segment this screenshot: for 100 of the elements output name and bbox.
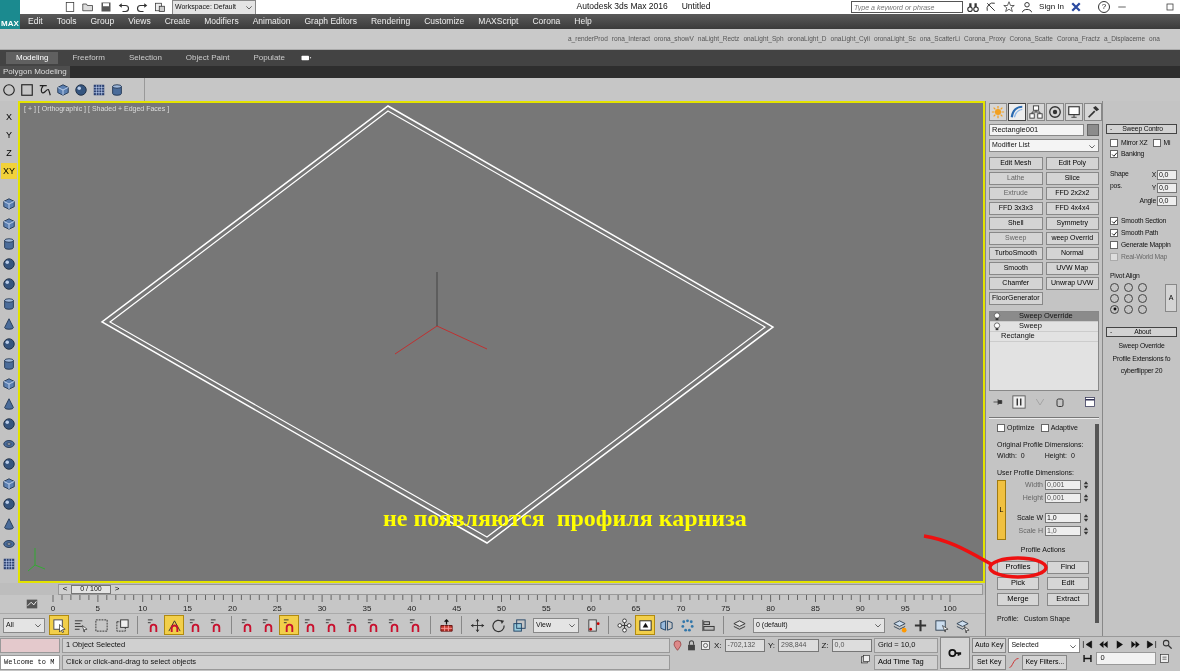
key-mode-icon[interactable]	[1082, 653, 1094, 664]
axis-constraint-button[interactable]: X	[1, 109, 17, 125]
redo-icon[interactable]	[136, 1, 148, 13]
cylinder-icon[interactable]	[2, 357, 16, 371]
ribbon-tab[interactable]: Modeling	[6, 52, 59, 64]
sphere-icon[interactable]	[2, 277, 16, 291]
sign-in-link[interactable]: Sign In	[1039, 2, 1064, 12]
axis-constraint-button[interactable]: XY	[1, 163, 17, 179]
menu-item[interactable]: Rendering	[370, 16, 411, 27]
sphere-icon[interactable]	[2, 257, 16, 271]
key-icon[interactable]	[946, 646, 964, 660]
ribbon-tab[interactable]: Populate	[243, 52, 295, 64]
box-icon[interactable]	[56, 82, 70, 97]
sphere-icon[interactable]	[2, 337, 16, 351]
light-bulb-icon[interactable]	[993, 322, 1001, 331]
menu-item[interactable]: Create	[164, 16, 191, 27]
go-to-start-icon[interactable]	[1082, 639, 1094, 650]
go-to-end-icon[interactable]	[1146, 639, 1158, 650]
checkbox[interactable]	[1110, 139, 1118, 147]
app-logo[interactable]: MAX	[0, 0, 20, 29]
pin-icon[interactable]	[992, 396, 1004, 408]
spinner-arrows-icon[interactable]	[1083, 513, 1089, 524]
absolute-mode-icon[interactable]	[700, 640, 711, 651]
spinner-arrows-icon[interactable]	[1083, 493, 1089, 504]
spline-icon[interactable]	[38, 82, 52, 97]
save-icon[interactable]	[100, 1, 112, 13]
checkbox[interactable]	[1110, 150, 1118, 158]
ribbon-tab[interactable]: Selection	[118, 52, 172, 64]
checkbox[interactable]	[1040, 424, 1049, 432]
box-icon[interactable]	[2, 377, 16, 391]
checkbox[interactable]	[1152, 139, 1161, 147]
spinner-arrows-icon[interactable]	[1083, 480, 1089, 491]
checkbox[interactable]	[1110, 217, 1118, 225]
cone-icon[interactable]	[2, 517, 16, 531]
axis-constraint-button[interactable]: Y	[1, 127, 17, 143]
exchange-icon[interactable]	[1070, 1, 1082, 13]
spinner-arrows-icon[interactable]	[1083, 526, 1089, 537]
timeline-ruler[interactable]: 0 5 10 15 20 25 30 35 40 45 50 55 60 65 70 75 80 85 90 95 100	[39, 595, 985, 613]
restore-icon[interactable]	[1164, 1, 1176, 13]
time-config-icon[interactable]	[1159, 653, 1171, 664]
box-icon[interactable]	[2, 197, 16, 211]
curve-editor-icon[interactable]	[25, 597, 39, 611]
menu-item[interactable]: Customize	[424, 16, 465, 27]
frame-number: 40	[407, 604, 417, 613]
menu-item[interactable]: Edit	[28, 16, 43, 27]
grid-icon[interactable]	[2, 557, 16, 571]
cone-icon[interactable]	[2, 317, 16, 331]
menu-item[interactable]: MAXScript	[478, 16, 519, 27]
menu-item[interactable]: Views	[128, 16, 151, 27]
ribbon-tab[interactable]: Object Paint	[175, 52, 240, 64]
sphere-icon[interactable]	[74, 82, 88, 97]
previous-frame-button[interactable]: <	[59, 584, 71, 594]
light-bulb-icon[interactable]	[993, 312, 1001, 321]
undo-icon[interactable]	[118, 1, 130, 13]
rectangle-shape-icon[interactable]	[20, 82, 34, 97]
box-icon[interactable]	[2, 217, 16, 231]
checkbox[interactable]	[1110, 229, 1118, 237]
torus-icon[interactable]	[2, 437, 16, 451]
next-key-icon[interactable]	[1130, 639, 1142, 650]
configure-icon[interactable]	[1084, 396, 1096, 408]
ribbon-panel-label[interactable]: Polygon Modeling	[0, 66, 70, 78]
cylinder-icon[interactable]	[2, 297, 16, 311]
show-end-result-icon[interactable]	[1012, 395, 1026, 409]
time-tag-icon[interactable]	[860, 654, 871, 665]
binoculars-icon[interactable]	[967, 1, 980, 13]
object-color-swatch[interactable]	[1087, 124, 1099, 136]
cylinder-icon[interactable]	[2, 237, 16, 251]
checkbox[interactable]	[1110, 241, 1118, 249]
menu-item[interactable]: Modifiers	[204, 16, 239, 27]
torus-icon[interactable]	[2, 537, 16, 551]
menu-item[interactable]: Graph Editors	[304, 16, 357, 27]
cylinder-icon[interactable]	[110, 82, 124, 97]
play-icon[interactable]	[1114, 639, 1126, 650]
script-listener-field[interactable]	[0, 638, 60, 653]
menu-item[interactable]: Tools	[56, 16, 77, 27]
satellite-icon[interactable]	[985, 1, 998, 13]
set-keys-button[interactable]	[940, 637, 970, 669]
menu-item[interactable]: Corona	[532, 16, 561, 27]
sphere-icon[interactable]	[2, 497, 16, 511]
project-folder-icon[interactable]	[154, 1, 166, 13]
ribbon-tab[interactable]: Freeform	[62, 52, 115, 64]
circle-shape-icon[interactable]	[2, 82, 16, 97]
new-file-icon[interactable]	[64, 1, 76, 13]
menu-item[interactable]: Group	[90, 16, 115, 27]
sphere-icon[interactable]	[2, 417, 16, 431]
box-icon[interactable]	[2, 477, 16, 491]
menu-item[interactable]: Help	[574, 16, 592, 27]
trash-icon[interactable]	[1054, 396, 1066, 408]
sphere-icon[interactable]	[2, 457, 16, 471]
axis-constraint-button[interactable]: Z	[1, 145, 17, 161]
previous-key-icon[interactable]	[1098, 639, 1110, 650]
star-icon[interactable]	[1003, 1, 1016, 13]
grid-icon[interactable]	[92, 82, 106, 97]
zoom-icon[interactable]	[1162, 639, 1174, 650]
user-icon[interactable]	[1021, 1, 1034, 13]
next-frame-button[interactable]: >	[111, 584, 123, 594]
cone-icon[interactable]	[2, 397, 16, 411]
menu-item[interactable]: Animation	[252, 16, 291, 27]
checkbox[interactable]	[997, 424, 1005, 432]
lock-icon[interactable]	[686, 640, 697, 651]
